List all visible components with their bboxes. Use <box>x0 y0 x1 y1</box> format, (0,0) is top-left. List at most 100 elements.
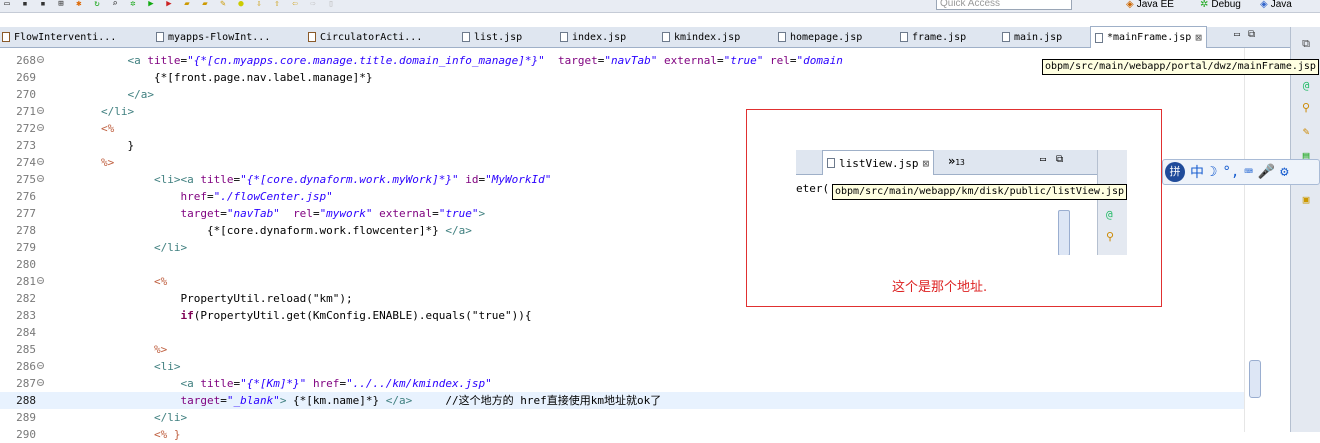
lock-icon[interactable]: ▣ <box>1299 193 1313 207</box>
fold-toggle-icon[interactable]: − <box>37 277 44 285</box>
inset-path-tooltip: obpm/src/main/webapp/km/disk/public/list… <box>832 184 1127 200</box>
ime-toolbar[interactable]: 拼 中 ☽ °, ⌨ 🎤 ⚙ <box>1162 159 1320 185</box>
toolbar-icons: ▭ ▪ ▪ ⊞ ✱ ↻ ⌕ ✲ ▶ ▶ ▰ ▰ ✎ ● ⇩ ⇧ ⇦ ⇨ ▯ <box>0 0 338 12</box>
open-type-icon[interactable]: ▰ <box>198 0 212 10</box>
tab-label: homepage.jsp <box>790 31 863 43</box>
code-line[interactable]: 286− <li> <box>0 358 1244 375</box>
editor-tab-bar: FlowInterventi... myapps-FlowInt... Circ… <box>0 26 1320 48</box>
forward-icon[interactable]: ⇨ <box>306 0 320 10</box>
keyboard-icon[interactable]: ⌨ <box>1244 164 1252 180</box>
line-number: 283 <box>16 309 36 322</box>
jsp-file-icon <box>1002 32 1010 42</box>
perspective-label: Java <box>1270 0 1292 10</box>
jsp-file-icon <box>900 32 908 42</box>
line-number: 289 <box>16 411 36 424</box>
code-line[interactable]: 288 target="_blank"> {*[km.name]*} </a> … <box>0 392 1244 409</box>
save-all-icon[interactable]: ▪ <box>36 0 50 10</box>
line-number: 271 <box>16 105 36 118</box>
debug-run-icon[interactable]: ✲ <box>126 0 140 10</box>
line-number: 282 <box>16 292 36 305</box>
new-icon[interactable]: ▭ <box>0 0 14 10</box>
code-line[interactable]: 289 </li> <box>0 409 1244 426</box>
tab-label: list.jsp <box>474 31 523 43</box>
perspective-java[interactable]: ◈ Java <box>1260 0 1292 11</box>
tab-frame-jsp[interactable]: frame.jsp <box>898 27 966 47</box>
inset-overflow: »13 <box>948 154 965 168</box>
tab-main-jsp[interactable]: main.jsp <box>1000 27 1062 47</box>
code-text: <% } <box>153 428 181 441</box>
inset-trim-bar: @ ⚲ <box>1097 150 1127 255</box>
binary-icon[interactable]: ⊞ <box>54 0 68 10</box>
close-tab-icon[interactable]: ⊠ <box>1195 31 1202 44</box>
vertical-scrollbar-thumb[interactable] <box>1249 360 1261 398</box>
pin-icon[interactable]: ▯ <box>324 0 338 10</box>
back-icon[interactable]: ⇦ <box>288 0 302 10</box>
annotation-caption: 这个是那个地址. <box>892 280 988 295</box>
tab-index-jsp[interactable]: index.jsp <box>558 27 626 47</box>
search-results-icon: ⚲ <box>1106 230 1115 243</box>
java-ee-icon: ◈ <box>1126 0 1134 10</box>
line-number: 281 <box>16 275 36 288</box>
refresh-icon[interactable]: ↻ <box>90 0 104 10</box>
fold-toggle-icon[interactable]: − <box>37 124 44 132</box>
lightbulb-icon[interactable]: ● <box>234 0 248 10</box>
inset-scrollbar-thumb <box>1058 210 1070 255</box>
search-icon[interactable]: ⌕ <box>108 0 122 10</box>
code-text: } <box>48 139 135 152</box>
open-folder-icon[interactable]: ▰ <box>180 0 194 10</box>
tab-label: myapps-FlowInt... <box>168 31 271 43</box>
fold-toggle-icon[interactable]: − <box>37 362 44 370</box>
tab-circulatoraction[interactable]: CirculatorActi... <box>306 27 422 47</box>
tab-list-jsp[interactable]: list.jsp <box>460 27 522 47</box>
line-number: 287 <box>16 377 36 390</box>
overflow-count: 13 <box>955 158 965 167</box>
code-line[interactable]: 270 </a> <box>0 86 1244 103</box>
code-text: <% <box>153 275 168 288</box>
code-text: %> <box>153 343 168 356</box>
quick-access-input[interactable]: Quick Access <box>936 0 1072 10</box>
jsp-file-icon <box>827 158 835 168</box>
settings-gear-icon[interactable]: ⚙ <box>1280 164 1288 180</box>
line-number: 272 <box>16 122 36 135</box>
tab-myapps-flowint[interactable]: myapps-FlowInt... <box>154 27 270 47</box>
line-number: 276 <box>16 190 36 203</box>
fold-toggle-icon[interactable]: − <box>37 158 44 166</box>
moon-icon[interactable]: ☽ <box>1209 164 1217 180</box>
pen-icon[interactable]: ✎ <box>216 0 230 10</box>
build-icon[interactable]: ✱ <box>72 0 86 10</box>
fold-toggle-icon[interactable]: − <box>37 175 44 183</box>
punctuation-icon[interactable]: °, <box>1222 164 1239 180</box>
code-line[interactable]: 287− <a title="{*[Km]*}" href="../../km/… <box>0 375 1244 392</box>
next-annotation-icon[interactable]: ⇩ <box>252 0 266 10</box>
code-line[interactable]: 285 %> <box>0 341 1244 358</box>
fold-toggle-icon[interactable]: − <box>37 107 44 115</box>
prev-annotation-icon[interactable]: ⇧ <box>270 0 284 10</box>
tab-mainframe-jsp[interactable]: *mainFrame.jsp ⊠ <box>1090 26 1207 48</box>
save-icon[interactable]: ▪ <box>18 0 32 10</box>
at-sign-icon: @ <box>1106 208 1113 221</box>
run-icon[interactable]: ▶ <box>144 0 158 10</box>
search-results-icon[interactable]: ⚲ <box>1299 101 1313 115</box>
at-sign-icon[interactable]: @ <box>1299 79 1313 93</box>
external-tools-icon[interactable]: ▶ <box>162 0 176 10</box>
code-line[interactable]: 283 if(PropertyUtil.get(KmConfig.ENABLE)… <box>0 307 1244 324</box>
restore-icon[interactable]: ⧉ <box>1299 37 1313 51</box>
fold-toggle-icon[interactable]: − <box>37 379 44 387</box>
tab-flowintervention[interactable]: FlowInterventi... <box>0 27 116 47</box>
fold-toggle-icon[interactable]: − <box>37 56 44 64</box>
minimize-icon[interactable]: ▭ <box>1234 29 1240 40</box>
ime-logo-icon[interactable]: 拼 <box>1165 162 1185 182</box>
ime-chinese-mode[interactable]: 中 <box>1190 162 1204 182</box>
code-text: <a title="{*[cn.myapps.core.manage.title… <box>127 54 843 67</box>
tab-label: main.jsp <box>1014 31 1063 43</box>
code-line[interactable]: 284 <box>0 324 1244 341</box>
perspective-java-ee[interactable]: ◈ Java EE <box>1126 0 1174 11</box>
code-text: <% <box>100 122 115 135</box>
maximize-icon[interactable]: ⧉ <box>1248 29 1255 40</box>
tab-kmindex-jsp[interactable]: kmindex.jsp <box>660 27 740 47</box>
perspective-debug[interactable]: ✲ Debug <box>1200 0 1241 11</box>
hammer-icon[interactable]: ✎ <box>1299 125 1313 139</box>
tab-homepage-jsp[interactable]: homepage.jsp <box>776 27 862 47</box>
code-line[interactable]: 290 <% } <box>0 426 1244 443</box>
microphone-icon[interactable]: 🎤 <box>1258 164 1275 180</box>
